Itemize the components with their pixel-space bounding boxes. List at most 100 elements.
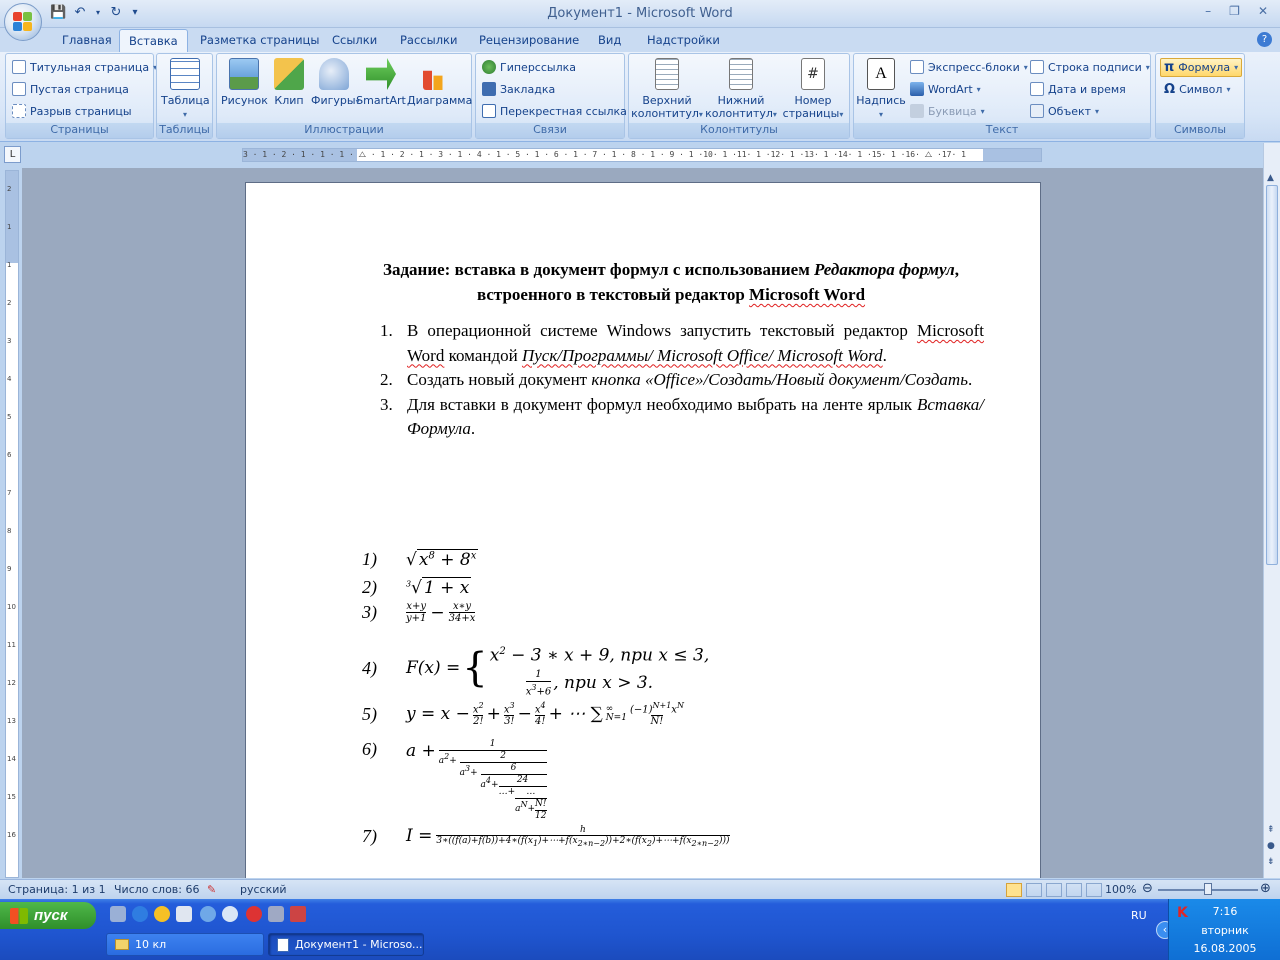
group-illustrations: Рисунок Клип Фигуры▾ SmartArt Диаграмма … — [216, 53, 472, 139]
zoom-slider-knob[interactable] — [1204, 883, 1212, 895]
vertical-scrollbar[interactable]: ▲ ⇞ ● ⇟ — [1263, 143, 1280, 878]
signature-line-button[interactable]: Строка подписи ▾ — [1030, 60, 1150, 74]
zoom-in-icon[interactable]: ⊕ — [1260, 881, 1271, 896]
horizontal-ruler[interactable]: 3 · 1 · 2 · 1 · 1 · 1 · ⧍ · 1 · 2 · 1 · … — [242, 148, 1042, 162]
tab-mailings[interactable]: Рассылки — [396, 32, 461, 48]
cover-page-button[interactable]: Титульная страница▾ — [12, 60, 157, 74]
clock-date: 16.08.2005 — [1193, 942, 1257, 955]
table-button[interactable]: Таблица ▾ — [161, 58, 210, 121]
minimize-button[interactable]: – — [1205, 4, 1211, 18]
formula-5[interactable]: 5) y = x − x2 2! + x3 3! − x4 4! + ⋯ ∑ ∞ N=1 … — [362, 701, 684, 727]
full-screen-reading-icon[interactable] — [1026, 883, 1042, 897]
ruler-right-margin — [983, 149, 1041, 161]
formula-6[interactable]: 6) a + 1 a2+ 2 a3+ 6 a4+ 24 …+… aN+ N! 12 — [362, 739, 547, 822]
tab-insert[interactable]: Вставка — [119, 29, 188, 53]
footer-button[interactable]: Нижний колонтитул▾ — [705, 58, 777, 121]
outline-view-icon[interactable] — [1066, 883, 1082, 897]
quicklaunch-icon-9[interactable] — [290, 906, 306, 922]
group-label-pages: Страницы — [6, 123, 153, 138]
chart-button[interactable]: Диаграмма — [407, 58, 472, 107]
wordart-button[interactable]: WordArt ▾ — [910, 82, 981, 96]
page-indicator[interactable]: Страница: 1 из 1 — [8, 883, 106, 896]
smartart-button[interactable]: SmartArt — [355, 58, 407, 107]
textbox-button[interactable]: A Надпись ▾ — [856, 58, 906, 121]
document-area: Задание: вставка в документ формул с исп… — [22, 168, 1263, 878]
group-label-links: Связи — [476, 123, 624, 138]
web-layout-icon[interactable] — [1046, 883, 1062, 897]
tab-page-layout[interactable]: Разметка страницы — [196, 32, 323, 48]
hyperlink-button[interactable]: Гиперссылка — [482, 60, 576, 74]
object-button[interactable]: Объект ▾ — [1030, 104, 1099, 118]
scroll-up-icon[interactable]: ▲ — [1267, 173, 1274, 183]
date-time-button[interactable]: Дата и время — [1030, 82, 1126, 96]
next-page-icon[interactable]: ⇟ — [1267, 857, 1275, 867]
quicklaunch-icon-8[interactable] — [268, 906, 284, 922]
signature-line-icon — [1030, 60, 1044, 74]
tab-references[interactable]: Ссылки — [328, 32, 381, 48]
language-indicator[interactable]: русский — [240, 883, 287, 896]
proofing-icon[interactable]: ✎ — [207, 883, 216, 896]
tab-review[interactable]: Рецензирование — [475, 32, 583, 48]
windows-logo-icon — [10, 907, 28, 924]
tab-selector-button[interactable]: L — [4, 146, 21, 163]
vertical-ruler[interactable]: 2 1 1 2 3 4 5 6 7 8 9 10 11 12 13 14 15 16 — [5, 170, 19, 878]
media-player-icon[interactable] — [154, 906, 170, 922]
prev-page-icon[interactable]: ⇞ — [1267, 825, 1275, 835]
vertical-ruler-tick: 12 — [7, 679, 16, 687]
print-layout-icon[interactable] — [1006, 883, 1022, 897]
page-break-icon — [12, 104, 26, 118]
search-icon[interactable] — [200, 906, 216, 922]
office-button[interactable] — [4, 3, 42, 41]
internet-explorer-icon[interactable] — [132, 906, 148, 922]
page-break-button[interactable]: Разрыв страницы — [12, 104, 132, 118]
bookmark-button[interactable]: Закладка — [482, 82, 555, 96]
symbol-button[interactable]: Ω Символ ▾ — [1164, 82, 1230, 97]
group-header-footer: Верхний колонтитул▾ Нижний колонтитул▾ # Н… — [628, 53, 850, 139]
quicklaunch-icon[interactable] — [110, 906, 126, 922]
draft-view-icon[interactable] — [1086, 883, 1102, 897]
vertical-ruler-tick: 3 — [7, 337, 12, 345]
page-number-button[interactable]: # Номер страницы▾ — [779, 58, 847, 121]
dropcap-button[interactable]: Буквица ▾ — [910, 104, 985, 118]
maximize-button[interactable]: ❐ — [1229, 4, 1240, 18]
quicklaunch-icon-4[interactable] — [176, 906, 192, 922]
header-button[interactable]: Верхний колонтитул▾ — [631, 58, 703, 121]
zoom-level[interactable]: 100% — [1105, 883, 1136, 896]
tab-addins[interactable]: Надстройки — [643, 32, 724, 48]
player-icon[interactable] — [246, 906, 262, 922]
blank-page-button[interactable]: Пустая страница — [12, 82, 129, 96]
quick-parts-button[interactable]: Экспресс-блоки ▾ — [910, 60, 1028, 74]
formula-3[interactable]: 3) x+y y+1 − x∗y 34+x — [362, 601, 476, 624]
group-symbols: π Формула ▾ Ω Символ ▾ Символы — [1155, 53, 1245, 139]
page-heading: Задание: вставка в документ формул с исп… — [382, 260, 960, 304]
list-item: 1. В операционной системе Windows запуст… — [380, 321, 984, 365]
start-button[interactable]: пуск — [0, 902, 96, 929]
formula-4[interactable]: 4) F(x) = { x2 − 3 ∗ x + 9, при x ≤ 3, 1… — [362, 639, 709, 698]
language-bar[interactable]: RU — [1131, 909, 1147, 922]
tab-home[interactable]: Главная — [58, 32, 116, 48]
clock-time[interactable]: 7:16 — [1169, 905, 1280, 918]
shapes-button[interactable]: Фигуры▾ — [311, 58, 360, 108]
word-count[interactable]: Число слов: 66 — [114, 883, 200, 896]
cross-reference-button[interactable]: Перекрестная ссылка — [482, 104, 627, 118]
ribbon: Титульная страница▾ Пустая страница Разр… — [0, 52, 1280, 142]
formula-7[interactable]: 7) I = h 3∗((f(a)+f(b))+4∗(f(x1)+⋯+f(x2∗… — [362, 825, 730, 848]
tab-view[interactable]: Вид — [594, 32, 625, 48]
quicklaunch-icon-6[interactable] — [222, 906, 238, 922]
word-doc-icon — [277, 937, 289, 952]
task-folder-10kl[interactable]: 10 кл — [106, 933, 264, 956]
task-word-document[interactable]: Документ1 - Microso... — [268, 933, 424, 956]
formula-1[interactable]: 1) √ x8 + 8x — [362, 548, 479, 570]
list-item: 2. Создать новый документ кнопка «Office… — [380, 370, 973, 389]
equation-button[interactable]: π Формула ▾ — [1160, 58, 1243, 77]
taskbar: пуск 10 кл Документ1 - Microso... RU ‹ K… — [0, 899, 1280, 960]
picture-button[interactable]: Рисунок — [221, 58, 268, 107]
zoom-out-icon[interactable]: ⊖ — [1142, 881, 1153, 896]
formula-2[interactable]: 2) 3√ 1 + x — [362, 576, 472, 598]
document-page[interactable]: Задание: вставка в документ формул с исп… — [245, 182, 1041, 878]
help-icon[interactable]: ? — [1257, 32, 1272, 47]
close-button[interactable]: ✕ — [1258, 4, 1268, 18]
select-browse-object-icon[interactable]: ● — [1267, 841, 1275, 851]
clipart-button[interactable]: Клип — [269, 58, 309, 107]
scroll-thumb[interactable] — [1266, 185, 1278, 565]
